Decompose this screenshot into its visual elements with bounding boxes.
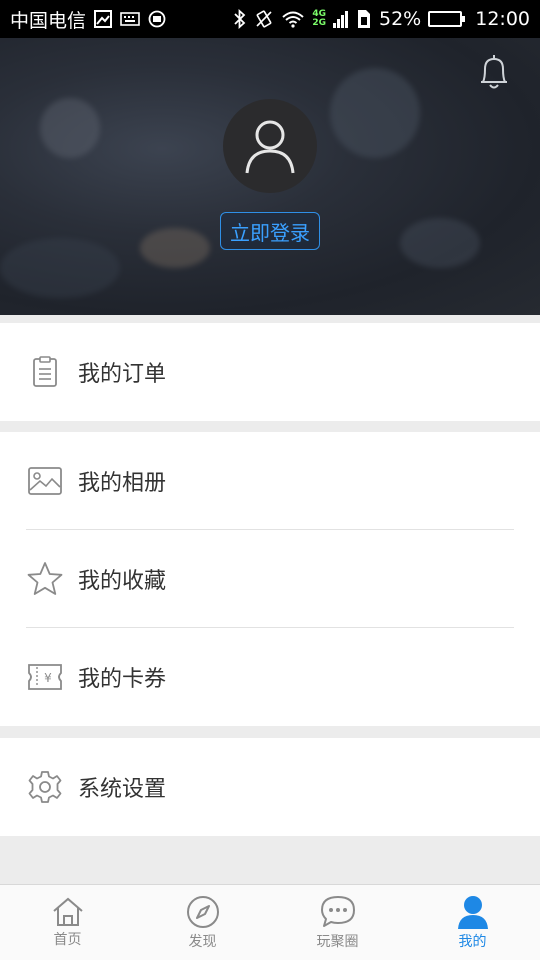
wifi-icon xyxy=(281,10,305,28)
bottom-nav: 首页 发现 玩聚圈 我的 xyxy=(0,884,540,960)
menu-item-favorites-label: 我的收藏 xyxy=(78,569,167,594)
battery-percent: 52% xyxy=(379,8,422,30)
sim-icon xyxy=(356,9,372,29)
menu-item-orders-label: 我的订单 xyxy=(78,362,167,387)
image-notification-icon xyxy=(94,10,113,28)
menu-item-album[interactable]: 我的相册 xyxy=(0,432,540,530)
network-type-indicator: 4G 2G xyxy=(312,10,326,28)
app-notification-icon xyxy=(148,10,166,28)
nav-discover-label: 发现 xyxy=(188,933,217,950)
keyboard-icon xyxy=(120,12,140,26)
compass-icon xyxy=(186,895,219,928)
background-bokeh xyxy=(140,228,210,268)
nav-mine-label: 我的 xyxy=(458,933,487,950)
user-icon xyxy=(457,895,488,929)
nav-circle[interactable]: 玩聚圈 xyxy=(270,885,405,960)
user-avatar-icon xyxy=(245,120,295,174)
menu-item-settings[interactable]: 系统设置 xyxy=(0,738,540,836)
menu-item-coupons[interactable]: ¥ 我的卡券 xyxy=(0,628,540,726)
background-bokeh xyxy=(400,218,480,268)
menu-item-album-label: 我的相册 xyxy=(78,471,167,496)
network-bottom-label: 2G xyxy=(312,18,326,28)
profile-header: 立即登录 xyxy=(0,38,540,315)
image-icon xyxy=(26,462,64,500)
menu-item-settings-label: 系统设置 xyxy=(78,777,167,802)
home-icon xyxy=(52,897,83,926)
coupon-icon: ¥ xyxy=(26,658,64,696)
menu-item-orders[interactable]: 我的订单 xyxy=(0,323,540,421)
notification-bell-icon[interactable] xyxy=(476,52,512,92)
nav-circle-label: 玩聚圈 xyxy=(316,933,359,950)
menu-item-coupons-label: 我的卡券 xyxy=(78,667,167,692)
signal-icon xyxy=(333,10,349,28)
settings-group: 系统设置 xyxy=(0,738,540,836)
nav-discover[interactable]: 发现 xyxy=(135,885,270,960)
clock: 12:00 xyxy=(475,8,530,30)
orders-group: 我的订单 xyxy=(0,323,540,421)
nav-home[interactable]: 首页 xyxy=(0,885,135,960)
background-bokeh xyxy=(40,98,100,158)
gear-icon xyxy=(26,768,64,806)
background-bokeh xyxy=(330,68,420,158)
chat-bubble-icon xyxy=(320,895,355,927)
media-group: 我的相册 我的收藏 ¥ 我的卡券 xyxy=(0,432,540,726)
battery-icon xyxy=(428,11,466,27)
nav-home-label: 首页 xyxy=(53,931,82,948)
status-bar: 中国电信 4G 2G 52% 12:00 xyxy=(0,0,540,38)
carrier-label: 中国电信 xyxy=(10,9,87,32)
vibrate-icon xyxy=(254,9,274,29)
login-button[interactable]: 立即登录 xyxy=(220,212,320,250)
nav-mine[interactable]: 我的 xyxy=(405,885,540,960)
menu-item-favorites[interactable]: 我的收藏 xyxy=(0,530,540,628)
avatar[interactable] xyxy=(223,99,317,193)
bluetooth-icon xyxy=(233,9,247,29)
clipboard-icon xyxy=(26,353,64,391)
star-icon xyxy=(26,560,64,598)
background-bokeh xyxy=(0,238,120,298)
svg-text:¥: ¥ xyxy=(44,671,52,685)
